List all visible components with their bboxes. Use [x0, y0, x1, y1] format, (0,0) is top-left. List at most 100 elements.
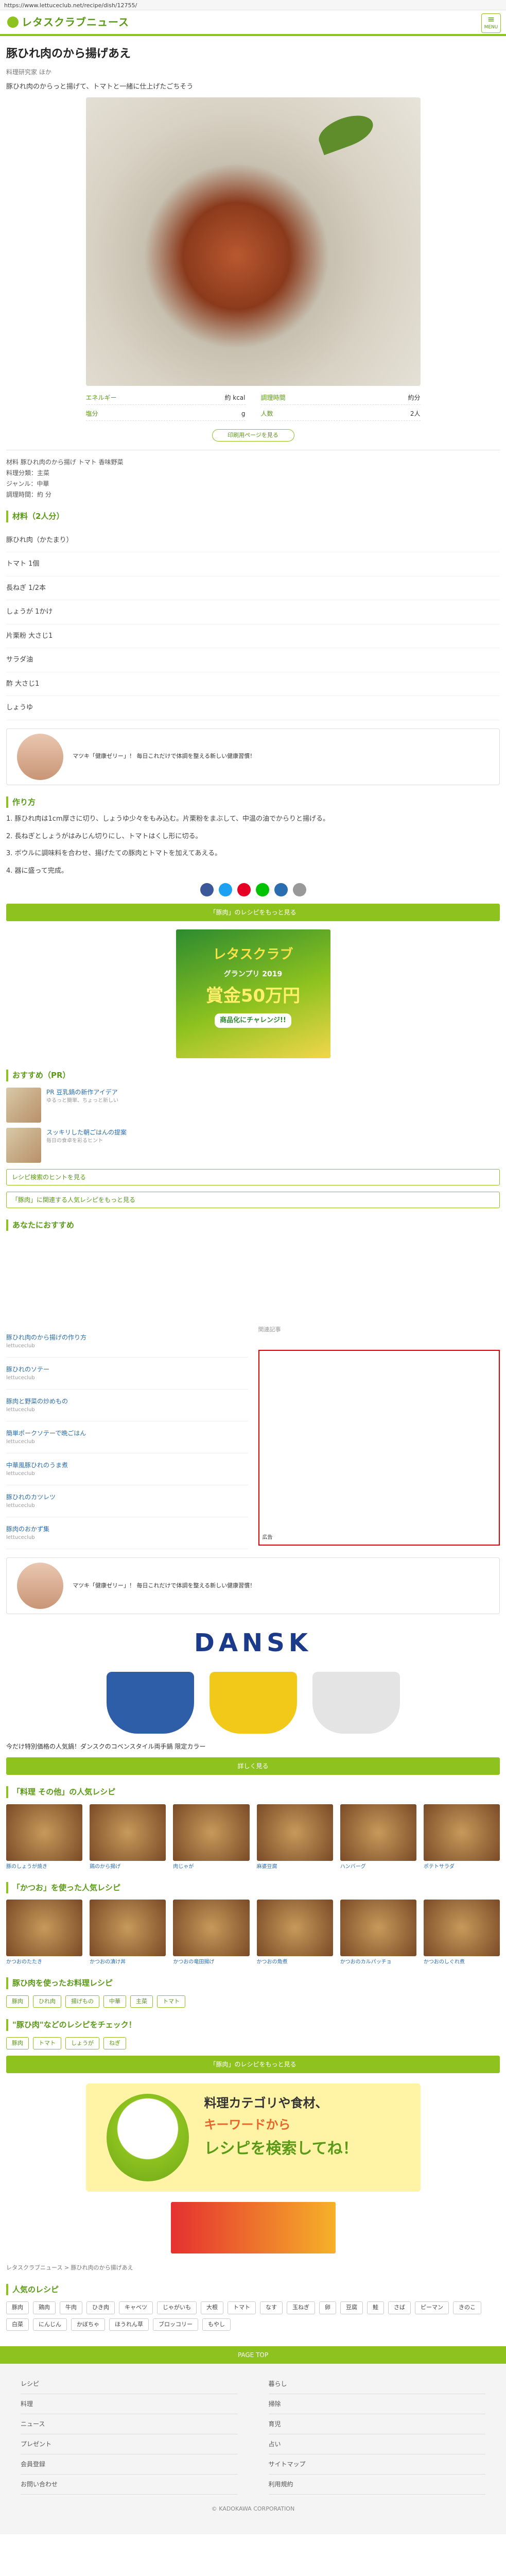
keyword-link[interactable]: 豚肉 [6, 2301, 29, 2314]
keyword-link[interactable]: 白菜 [6, 2318, 29, 2331]
keyword-link[interactable]: トマト [228, 2301, 256, 2314]
pr-link-bar[interactable]: レシピ検索のヒントを見る [6, 1168, 500, 1185]
print-button[interactable]: 印刷用ページを見る [212, 429, 294, 442]
keyword-link[interactable]: 鶏肉 [33, 2301, 56, 2314]
recipe-thumb[interactable]: かつおの漬け丼 [90, 1900, 166, 1966]
grand-prix-banner[interactable]: レタスクラブ グランプリ 2019 賞金50万円 商品化にチャレンジ!! [176, 929, 330, 1058]
recommend-item[interactable]: 簡単ポークソテーで晩ごはん lettuceclub [6, 1421, 248, 1453]
keyword-link[interactable]: にんじん [33, 2318, 67, 2331]
recommend-item[interactable]: 豚肉のおかず集 lettuceclub [6, 1517, 248, 1549]
recipe-thumb[interactable]: ポテトサラダ [423, 1804, 500, 1871]
promo-ad[interactable] [170, 2202, 336, 2253]
ad-image [17, 1563, 63, 1609]
pinterest-icon[interactable] [237, 883, 251, 896]
footer-link[interactable]: サイトマップ [268, 2454, 485, 2475]
ad-frame[interactable]: 広告 [258, 1349, 500, 1546]
keyword-link[interactable]: かぼちゃ [71, 2318, 105, 2331]
footer-link[interactable]: レシピ [21, 2374, 238, 2394]
footer-link[interactable]: 占い [268, 2434, 485, 2454]
tag[interactable]: 主菜 [130, 1995, 153, 2008]
keyword-link[interactable]: 卵 [319, 2301, 336, 2314]
recommend-item[interactable]: 中華風豚ひれのうま煮 lettuceclub [6, 1453, 248, 1485]
hamburger-icon: ≡ [487, 14, 495, 25]
pot-image [106, 1672, 194, 1734]
recipe-thumb[interactable]: 肉じゃが [173, 1804, 250, 1871]
ingredient-item: 酢 大さじ1 [6, 672, 500, 696]
keyword-link[interactable]: ひき肉 [86, 2301, 115, 2314]
tags2-heading: "豚ひ肉"などのレシピをチェック！ [6, 2019, 500, 2031]
recipe-thumb[interactable]: ハンバーグ [340, 1804, 416, 1871]
footer-link[interactable]: 暮らし [268, 2374, 485, 2394]
keyword-link[interactable]: 鮭 [367, 2301, 384, 2314]
page-top-button[interactable]: PAGE TOP [0, 2346, 506, 2364]
footer-link[interactable]: ニュース [21, 2414, 238, 2434]
footer-link[interactable]: 料理 [21, 2394, 238, 2414]
tag[interactable]: ひれ肉 [33, 1995, 61, 2008]
recommend-item[interactable]: 豚ひれのソテー lettuceclub [6, 1358, 248, 1389]
keyword-link[interactable]: きのこ [453, 2301, 481, 2314]
mail-icon[interactable] [292, 883, 306, 896]
keyword-link[interactable]: 豆腐 [340, 2301, 363, 2314]
recommend-source: lettuceclub [6, 1503, 35, 1509]
dansk-ad[interactable]: DANSK 今だけ特別価格の人気鍋！ダンスクのコベンスタイル両手鍋 限定カラー … [6, 1624, 500, 1775]
footer-link[interactable]: 会員登録 [21, 2454, 238, 2475]
line-icon[interactable] [255, 883, 269, 896]
tag[interactable]: 豚肉 [6, 2037, 29, 2049]
recipe-thumb[interactable]: 麻婆豆腐 [256, 1804, 333, 1871]
ingredient-item: 豚ひれ肉（かたまり） [6, 529, 500, 552]
dansk-button[interactable]: 詳しく見る [6, 1757, 500, 1775]
keyword-link[interactable]: なす [260, 2301, 283, 2314]
more-recipes-button[interactable]: 「豚肉」のレシピをもっと見る [6, 904, 500, 921]
recipe-thumb[interactable]: かつおのカルパッチョ [340, 1900, 416, 1966]
keyword-link[interactable]: 牛肉 [60, 2301, 82, 2314]
keyword-link[interactable]: キャベツ [119, 2301, 153, 2314]
copyright: © KADOKAWA CORPORATION [211, 2505, 295, 2512]
recipe-thumb[interactable]: 豚のしょうが焼き [6, 1804, 83, 1871]
recommend-item[interactable]: 豚肉と野菜の炒めもの lettuceclub [6, 1389, 248, 1421]
keyword-link[interactable]: 大根 [201, 2301, 223, 2314]
pr-link-bar-2[interactable]: 「豚肉」に関連する人気レシピをもっと見る [6, 1191, 500, 1208]
recommend-item[interactable]: 豚ひれのカツレツ lettuceclub [6, 1485, 248, 1517]
thumb-image [90, 1900, 166, 1956]
keyword-link[interactable]: もやし [202, 2318, 231, 2331]
recipe-thumb[interactable]: かつおのたたき [6, 1900, 83, 1966]
keyword-link[interactable]: ブロッコリー [153, 2318, 198, 2331]
pr-item[interactable]: スッキリした朝ごはんの提案 毎日の食卓を彩るヒント [6, 1127, 500, 1163]
footer-link[interactable]: お問い合わせ [21, 2475, 238, 2495]
footer-link[interactable]: 掃除 [268, 2394, 485, 2414]
menu-button[interactable]: ≡ MENU [481, 13, 501, 33]
recipe-thumb[interactable]: 鶏のから揚げ [90, 1804, 166, 1871]
tag[interactable]: トマト [157, 1995, 185, 2008]
footer-link[interactable]: 利用規約 [268, 2475, 485, 2495]
footer-link[interactable]: 育児 [268, 2414, 485, 2434]
tag[interactable]: 豚肉 [6, 1995, 29, 2008]
inline-ad-2[interactable]: マツキ「健康ゼリー」！ 毎日これだけで体調を整える新しい健康習慣！ [6, 1557, 500, 1614]
facebook-icon[interactable] [200, 883, 214, 896]
info-line: 材料 豚ひれ肉のから揚げ トマト 香味野菜 [6, 459, 124, 466]
footer-link[interactable]: プレゼント [21, 2434, 238, 2454]
hatena-icon[interactable] [274, 883, 288, 896]
recipe-author[interactable]: 料理研究家 ほか [6, 67, 500, 77]
recipe-thumb[interactable]: かつおの角煮 [256, 1900, 333, 1966]
recipe-thumb[interactable]: かつおの竜田揚げ [173, 1900, 250, 1966]
keyword-link[interactable]: じゃがいも [157, 2301, 197, 2314]
keyword-link[interactable]: 玉ねぎ [287, 2301, 315, 2314]
breadcrumb[interactable]: レタスクラブニュース > 豚ひれ肉のから揚げあえ [6, 2264, 500, 2273]
more-recipes-button-2[interactable]: 「豚肉」のレシピをもっと見る [6, 2056, 500, 2073]
inline-ad[interactable]: マツキ「健康ゼリー」！ 毎日これだけで体調を整える新しい健康習慣！ [6, 728, 500, 785]
recommend-item[interactable]: 豚ひれ肉のから揚げの作り方 lettuceclub [6, 1326, 248, 1358]
pr-item[interactable]: PR 豆乳鍋の新作アイデア ゆるっと簡単、ちょっと新しい [6, 1087, 500, 1123]
recipe-thumb[interactable]: かつおのしぐれ煮 [423, 1900, 500, 1966]
tag[interactable]: ねぎ [103, 2037, 126, 2049]
keyword-link[interactable]: ほうれん草 [109, 2318, 149, 2331]
recipe-search-banner[interactable]: 料理カテゴリや食材、 キーワードから レシピを検索してね！ [85, 2083, 421, 2192]
tag[interactable]: 中華 [103, 1995, 126, 2008]
keyword-link[interactable]: ピーマン [415, 2301, 449, 2314]
keyword-link[interactable]: さば [388, 2301, 411, 2314]
tag[interactable]: トマト [33, 2037, 61, 2049]
twitter-icon[interactable] [218, 883, 232, 896]
tag[interactable]: しょうが [65, 2037, 99, 2049]
tag[interactable]: 揚げもの [65, 1995, 99, 2008]
related-title: 関連記事 [258, 1326, 281, 1333]
site-logo[interactable]: レタスクラブニュース [7, 14, 129, 30]
